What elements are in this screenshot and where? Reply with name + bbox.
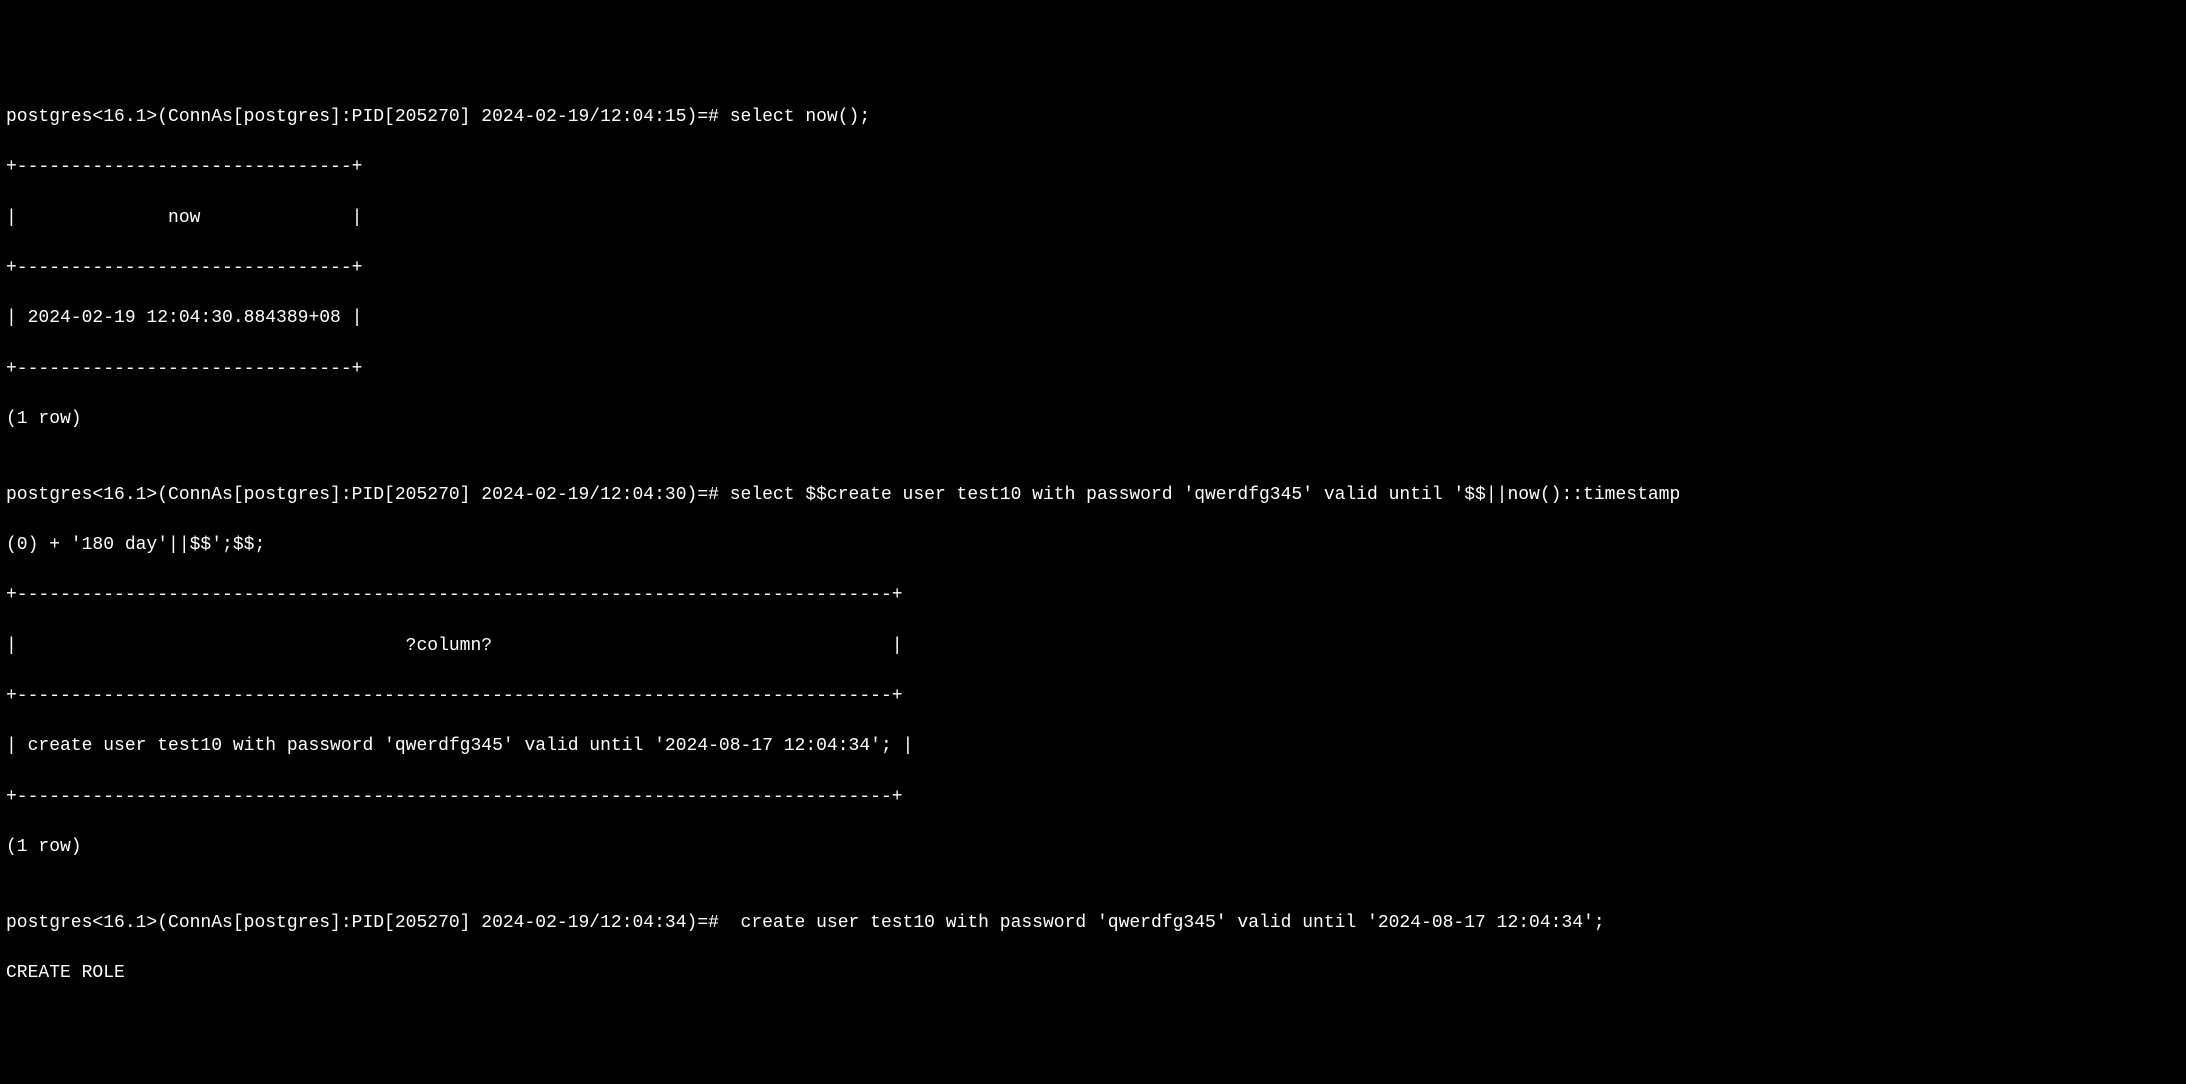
table-border: +---------------------------------------… xyxy=(6,785,2180,810)
table-row-create-user: | create user test10 with password 'qwer… xyxy=(6,734,2180,759)
terminal-line-prompt-2: postgres<16.1>(ConnAs[postgres]:PID[2052… xyxy=(6,483,2180,508)
table-border: +-------------------------------+ xyxy=(6,256,2180,281)
table-border: +-------------------------------+ xyxy=(6,155,2180,180)
result-create-role: CREATE ROLE xyxy=(6,961,2180,986)
table-border: +---------------------------------------… xyxy=(6,583,2180,608)
table-header-column: | ?column? | xyxy=(6,634,2180,659)
terminal-line-prompt-3: postgres<16.1>(ConnAs[postgres]:PID[2052… xyxy=(6,911,2180,936)
table-row-now-value: | 2024-02-19 12:04:30.884389+08 | xyxy=(6,306,2180,331)
terminal-line-continuation: (0) + '180 day'||$$';$$; xyxy=(6,533,2180,558)
table-border: +-------------------------------+ xyxy=(6,357,2180,382)
table-border: +---------------------------------------… xyxy=(6,684,2180,709)
row-count: (1 row) xyxy=(6,835,2180,860)
table-header-now: | now | xyxy=(6,206,2180,231)
terminal-line-prompt-1: postgres<16.1>(ConnAs[postgres]:PID[2052… xyxy=(6,105,2180,130)
row-count: (1 row) xyxy=(6,407,2180,432)
